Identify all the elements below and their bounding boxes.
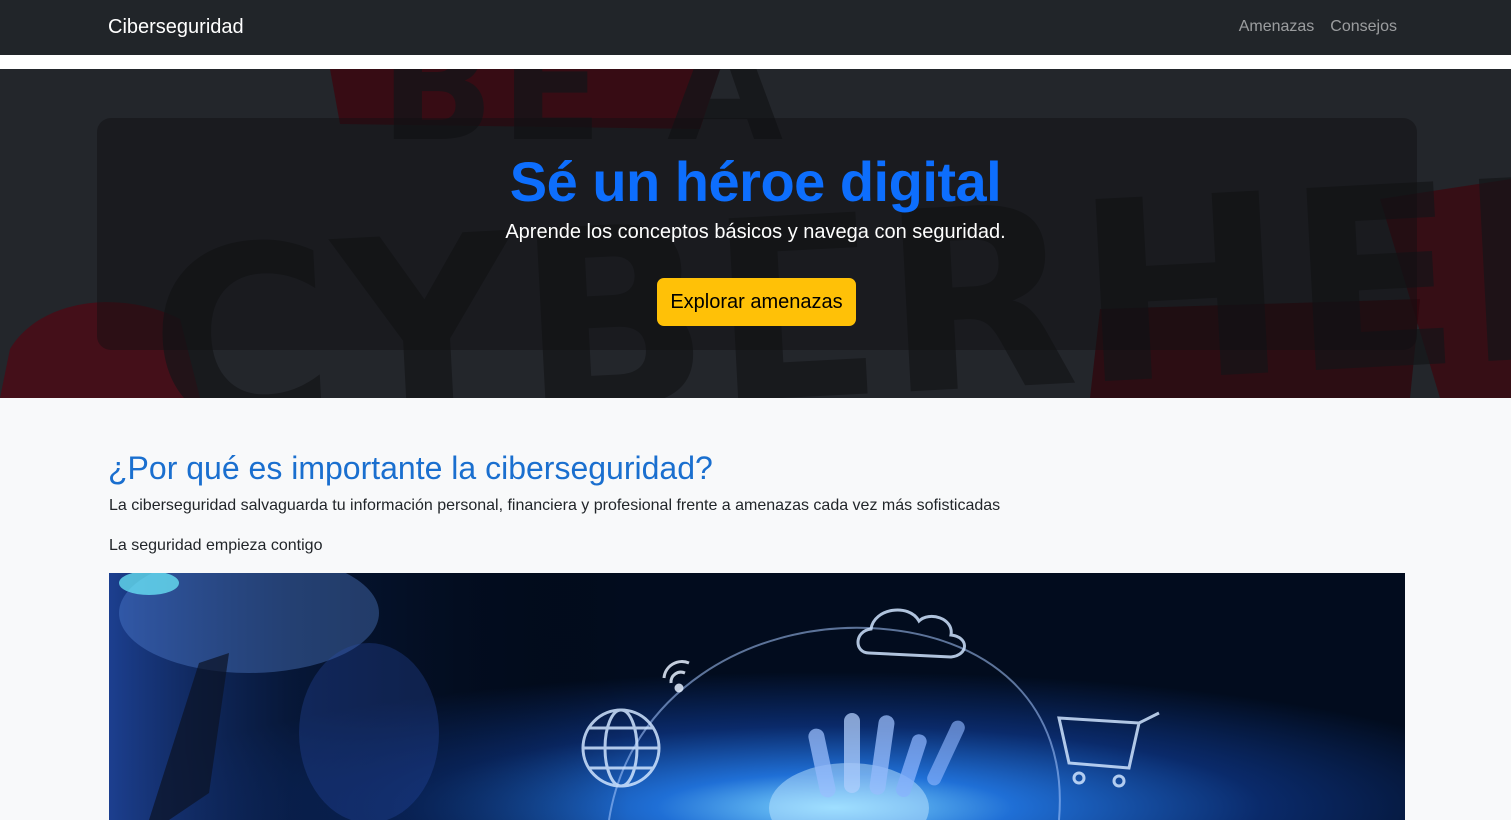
hero-subtitle: Aprende los conceptos básicos y navega c… xyxy=(505,221,1006,243)
nav-link-consejos[interactable]: Consejos xyxy=(1330,18,1397,36)
importance-section: ¿Por qué es importante la ciberseguridad… xyxy=(0,398,1511,820)
hero-title: Sé un héroe digital xyxy=(509,150,1002,213)
cybersecurity-illustration xyxy=(109,573,1405,820)
section-tagline: La seguridad empieza contigo xyxy=(109,537,323,554)
section-paragraph: La ciberseguridad salvaguarda tu informa… xyxy=(109,497,1001,514)
nav-link-amenazas[interactable]: Amenazas xyxy=(1239,18,1315,36)
navbar: Ciberseguridad Amenazas Consejos xyxy=(0,0,1511,55)
explore-threats-button[interactable]: Explorar amenazas xyxy=(657,278,856,326)
section-title: ¿Por qué es importante la ciberseguridad… xyxy=(108,450,713,486)
nav-links: Amenazas Consejos xyxy=(1239,18,1397,36)
navbar-brand[interactable]: Ciberseguridad xyxy=(108,16,244,39)
hero-section: BE A CYBERHERO! Sé un héroe digital Apre… xyxy=(0,69,1511,398)
navbar-spacer xyxy=(0,55,1511,69)
